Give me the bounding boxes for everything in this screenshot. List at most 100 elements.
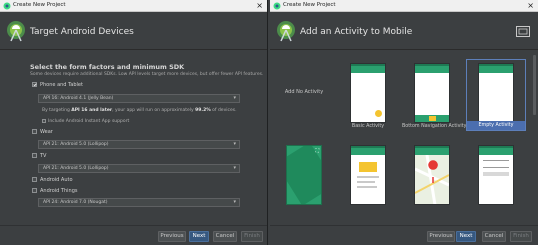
- finish-button[interactable]: Finish: [241, 231, 263, 242]
- form-factor-phone[interactable]: Phone and Tablet: [32, 82, 83, 88]
- placeholder-line: [357, 176, 379, 178]
- button-shape: [483, 172, 509, 176]
- add-activity-window: Create New Project × Add an Activity to …: [270, 0, 538, 245]
- page-title: Target Android Devices: [30, 27, 134, 37]
- section-description: Some devices require additional SDKs. Lo…: [30, 72, 264, 77]
- form-factor-panel: Select the form factors and minimum SDK …: [0, 51, 267, 225]
- chevron-down-icon: ▾: [233, 165, 236, 171]
- next-button[interactable]: Next: [456, 231, 476, 242]
- activity-tile-login[interactable]: [466, 141, 526, 213]
- vertical-scrollbar[interactable]: [533, 55, 536, 215]
- info-suffix: of devices.: [210, 108, 237, 113]
- tile-label: Bottom Navigation Activity: [402, 124, 467, 129]
- phone-sdk-dropdown[interactable]: API 16: Android 4.1 (Jelly Bean) ▾: [38, 94, 240, 103]
- activity-tile-bottom-nav[interactable]: Bottom Navigation Activity: [402, 59, 467, 131]
- target-devices-window: Create New Project × Target Android Devi…: [0, 0, 268, 245]
- things-checkbox[interactable]: [32, 188, 37, 193]
- android-studio-icon: [273, 2, 281, 10]
- activity-tile-basic[interactable]: Basic Activity: [338, 59, 398, 131]
- fab-icon: [375, 110, 382, 117]
- status-bar: [351, 64, 385, 66]
- status-bar: [479, 146, 513, 148]
- phone-preview: [478, 63, 514, 123]
- phone-preview: [414, 63, 450, 123]
- wizard-footer: Previous Next Cancel Finish: [270, 225, 538, 245]
- page-title: Add an Activity to Mobile: [300, 27, 413, 37]
- instant-app-option[interactable]: Include Android Instant App support: [42, 119, 129, 124]
- tv-checkbox[interactable]: [32, 153, 37, 158]
- chevron-down-icon: ▾: [233, 95, 236, 101]
- placeholder-line: [357, 181, 375, 183]
- info-prefix: By targeting: [42, 108, 72, 113]
- chevron-down-icon: ▾: [233, 199, 236, 205]
- ad-banner: [359, 162, 377, 172]
- close-icon[interactable]: ×: [527, 1, 534, 10]
- wizard-header: Add an Activity to Mobile: [270, 12, 538, 50]
- tile-label: Basic Activity: [351, 124, 385, 129]
- instant-app-checkbox[interactable]: [42, 119, 46, 123]
- nav-item-icon: [429, 116, 436, 121]
- scrollbar-thumb[interactable]: [533, 55, 536, 115]
- android-studio-logo-icon: [277, 21, 295, 42]
- activity-tile-empty[interactable]: Empty Activity: [466, 59, 526, 131]
- activity-tile-fullscreen[interactable]: ⛶: [274, 141, 334, 213]
- info-mid: , your app will run on approximately: [112, 108, 196, 113]
- diagonal-shade: [287, 146, 321, 204]
- wizard-header: Target Android Devices: [0, 12, 267, 50]
- info-api: API 16 and later: [71, 108, 113, 113]
- phone-preview: [350, 145, 386, 205]
- window-title-bar: Create New Project ×: [270, 0, 538, 12]
- form-factor-things[interactable]: Android Things: [32, 188, 77, 194]
- activity-tile-no-activity[interactable]: Add No Activity: [274, 59, 334, 131]
- android-studio-icon: [3, 2, 11, 10]
- status-bar: [351, 146, 385, 148]
- map-preview: [415, 155, 449, 204]
- tile-label: Add No Activity: [284, 89, 324, 95]
- placeholder-line: [357, 186, 377, 188]
- wear-sdk-dropdown[interactable]: API 21: Android 5.0 (Lollipop) ▾: [38, 140, 240, 149]
- fullscreen-icon: ⛶: [315, 148, 319, 154]
- status-bar: [479, 64, 513, 66]
- things-sdk-dropdown[interactable]: API 24: Android 7.0 (Nougat) ▾: [38, 198, 240, 207]
- window-title: Create New Project: [283, 2, 336, 8]
- form-factor-auto[interactable]: Android Auto: [32, 177, 73, 183]
- form-factor-label: Wear: [40, 129, 53, 135]
- form-factor-label: Android Things: [40, 188, 78, 194]
- phone-preview: [414, 145, 450, 205]
- phone-preview: ⛶: [286, 145, 322, 205]
- form-factor-wear[interactable]: Wear: [32, 129, 53, 135]
- api-coverage-info: By targeting API 16 and later, your app …: [42, 108, 237, 113]
- previous-button[interactable]: Previous: [427, 231, 455, 242]
- cancel-button[interactable]: Cancel: [482, 231, 506, 242]
- next-button[interactable]: Next: [189, 231, 209, 242]
- info-percent: 99.2%: [195, 108, 211, 113]
- close-icon[interactable]: ×: [256, 1, 263, 10]
- form-factor-label: TV: [40, 153, 47, 159]
- dropdown-value: API 16: Android 4.1 (Jelly Bean): [43, 96, 114, 101]
- window-title-bar: Create New Project ×: [0, 0, 267, 12]
- phone-checkbox[interactable]: [32, 82, 37, 87]
- activity-tile-google-admob[interactable]: [338, 141, 398, 213]
- cancel-button[interactable]: Cancel: [213, 231, 237, 242]
- instant-app-label: Include Android Instant App support: [48, 119, 130, 124]
- tv-sdk-dropdown[interactable]: API 21: Android 5.0 (Lollipop) ▾: [38, 164, 240, 173]
- activity-tile-google-maps[interactable]: [402, 141, 462, 213]
- activity-gallery: Add No Activity Basic Activity Bottom Na…: [270, 51, 538, 225]
- phone-preview: [350, 63, 386, 123]
- wizard-footer: Previous Next Cancel Finish: [0, 225, 267, 245]
- status-bar: [415, 146, 449, 148]
- form-factor-tv[interactable]: TV: [32, 153, 46, 159]
- previous-button[interactable]: Previous: [158, 231, 186, 242]
- dropdown-value: API 24: Android 7.0 (Nougat): [43, 200, 108, 205]
- android-studio-logo-icon: [7, 21, 25, 42]
- wear-checkbox[interactable]: [32, 129, 37, 134]
- window-title: Create New Project: [13, 2, 66, 8]
- chevron-down-icon: ▾: [233, 141, 236, 147]
- finish-button[interactable]: Finish: [510, 231, 532, 242]
- status-bar: [415, 64, 449, 66]
- dropdown-value: API 21: Android 5.0 (Lollipop): [43, 166, 109, 171]
- auto-checkbox[interactable]: [32, 177, 37, 182]
- input-underline: [483, 167, 509, 168]
- section-title: Select the form factors and minimum SDK: [30, 63, 185, 71]
- form-factor-label: Phone and Tablet: [40, 82, 83, 88]
